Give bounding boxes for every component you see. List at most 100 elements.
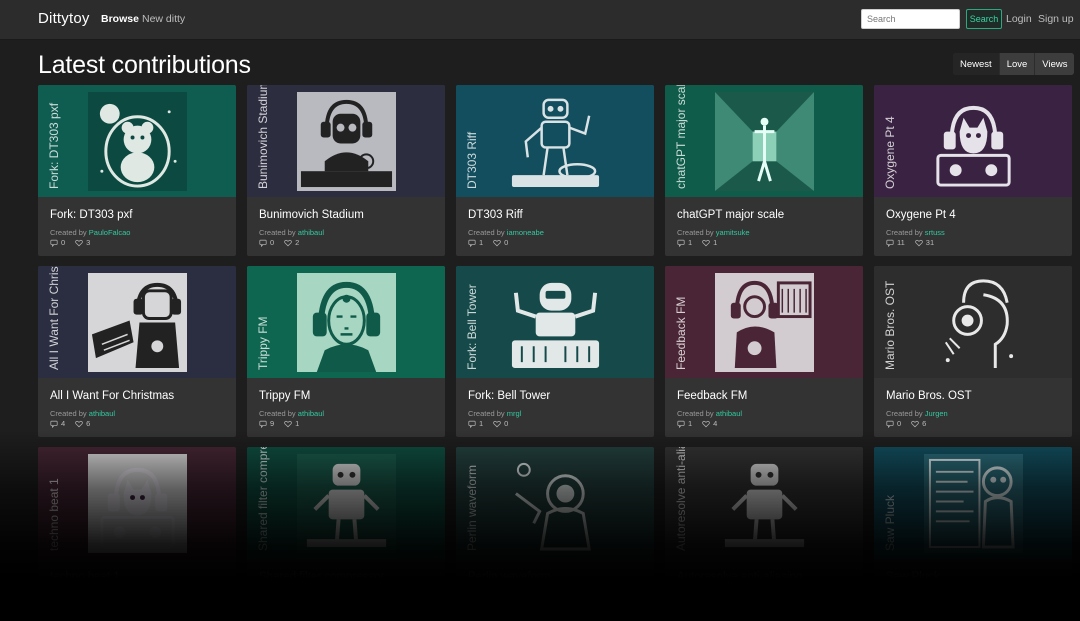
ditty-card[interactable]: Fork: DT303 pxf Fork: DT303 pxf Created b… — [38, 85, 236, 256]
love-count: 3 — [86, 238, 91, 247]
card-author-link[interactable]: athibaul — [716, 409, 742, 418]
created-by-label: Created by — [886, 409, 925, 418]
card-thumbnail[interactable]: Fork: DT303 pxf — [38, 85, 236, 197]
card-author-link[interactable]: athibaul — [89, 409, 115, 418]
card-title[interactable]: Trippy FM — [259, 390, 310, 402]
nav-login[interactable]: Login — [1006, 13, 1032, 25]
card-author-link[interactable]: iamoneabe — [507, 228, 544, 237]
card-thumbnail-title: Mario Bros. OST — [883, 280, 897, 370]
ditty-card[interactable]: Autoresolve anti-aliasing Autoresolve an… — [665, 447, 863, 618]
ditty-card[interactable]: Trippy FM Trippy FM Created by athibaul 9 1 — [247, 266, 445, 437]
card-thumbnail[interactable]: Feedback FM — [665, 266, 863, 378]
robot-mixer-icon — [506, 273, 605, 372]
sort-newest-button[interactable]: Newest — [953, 53, 999, 75]
card-title[interactable]: DT303 Riff — [468, 209, 523, 221]
search-button[interactable]: Search — [966, 9, 1002, 29]
card-title[interactable]: Autoresolve anti-aliasing — [677, 571, 802, 583]
card-title[interactable]: Fork: Bell Tower — [468, 390, 550, 402]
ditty-card[interactable]: DT303 Riff DT303 Riff Created by iamoneab… — [456, 85, 654, 256]
love-count: 1 — [713, 238, 718, 247]
card-title[interactable]: Oxygene Pt 4 — [886, 209, 956, 221]
sort-love-button[interactable]: Love — [998, 53, 1035, 75]
card-meta: Created by athibaul — [259, 228, 324, 237]
card-meta: Created by Jurgen — [886, 409, 948, 418]
comment-count: 0 — [897, 419, 902, 428]
card-meta: Created by PauloFalcao — [50, 228, 130, 237]
card-title[interactable]: Perlin waveform — [468, 571, 550, 583]
ditty-card[interactable]: Mario Bros. OST Mario Bros. OST Created b… — [874, 266, 1072, 437]
ditty-card[interactable]: chatGPT major scale chatGPT major scale C… — [665, 85, 863, 256]
card-thumbnail[interactable]: Oxygene Pt 4 — [874, 85, 1072, 197]
card-thumbnail[interactable]: techno beat 1 — [38, 447, 236, 559]
ditty-card[interactable]: All I Want For Christmas All I Want For … — [38, 266, 236, 437]
created-by-label: Created by — [468, 228, 507, 237]
ditty-card[interactable]: Saw Pluck Saw Pluck — [874, 447, 1072, 618]
ditty-card[interactable]: Feedback FM Feedback FM Created by athiba… — [665, 266, 863, 437]
card-thumbnail-title: Fork: DT303 pxf — [47, 102, 61, 189]
card-thumbnail[interactable]: Saw Pluck — [874, 447, 1072, 559]
nav-browse[interactable]: Browse — [101, 13, 139, 25]
ditty-card[interactable]: Fork: Bell Tower Fork: Bell Tower Created… — [456, 266, 654, 437]
comment-icon — [886, 239, 894, 247]
heart-icon — [702, 239, 710, 247]
card-thumbnail[interactable]: chatGPT major scale — [665, 85, 863, 197]
card-title[interactable]: Shared filter compressor — [259, 571, 384, 583]
card-title[interactable]: Fork: DT303 pxf — [50, 209, 132, 221]
card-author-link[interactable]: Jurgen — [925, 409, 948, 418]
ditty-card[interactable]: Oxygene Pt 4 Oxygene Pt 4 Created by srtu… — [874, 85, 1072, 256]
love-count: 6 — [922, 419, 927, 428]
card-author-link[interactable]: athibaul — [298, 228, 324, 237]
card-author-link[interactable]: mrgl — [507, 409, 522, 418]
nav-signup[interactable]: Sign up — [1038, 13, 1074, 25]
love-count: 6 — [86, 419, 91, 428]
card-author-link[interactable]: athibaul — [298, 409, 324, 418]
card-title[interactable]: techno beat 1 — [50, 571, 120, 583]
card-title[interactable]: All I Want For Christmas — [50, 390, 174, 402]
card-thumbnail[interactable]: Perlin waveform — [456, 447, 654, 559]
comment-icon — [468, 239, 476, 247]
card-author-link[interactable]: PauloFalcao — [89, 228, 131, 237]
card-meta: Created by athibaul — [50, 409, 115, 418]
comment-icon — [886, 420, 894, 428]
card-stats: 11 31 — [886, 238, 934, 247]
heart-icon — [914, 239, 923, 247]
love-count: 31 — [925, 238, 935, 247]
card-title[interactable]: Bunimovich Stadium — [259, 209, 364, 221]
card-title[interactable]: chatGPT major scale — [677, 209, 784, 221]
card-author-link[interactable]: srtuss — [925, 228, 945, 237]
heart-icon — [284, 420, 292, 428]
ditty-card[interactable]: techno beat 1 techno beat 1 — [38, 447, 236, 618]
card-thumbnail[interactable]: All I Want For Christmas — [38, 266, 236, 378]
robot-icon — [297, 454, 396, 553]
sort-views-button[interactable]: Views — [1034, 53, 1075, 75]
card-thumbnail-title: Feedback FM — [674, 296, 688, 370]
card-title[interactable]: Saw Pluck — [886, 571, 940, 583]
bear-icon — [88, 92, 187, 191]
love-count: 1 — [295, 419, 300, 428]
card-thumbnail[interactable]: Bunimovich Stadium — [247, 85, 445, 197]
card-thumbnail-title: Saw Pluck — [883, 494, 897, 551]
card-title[interactable]: Mario Bros. OST — [886, 390, 972, 402]
love-count: 0 — [504, 238, 509, 247]
ditty-card[interactable]: Bunimovich Stadium Bunimovich Stadium Cre… — [247, 85, 445, 256]
ditty-card[interactable]: Shared filter compressor Shared filter c… — [247, 447, 445, 618]
card-thumbnail[interactable]: Autoresolve anti-aliasing — [665, 447, 863, 559]
search-input[interactable] — [861, 9, 960, 29]
card-thumbnail[interactable]: Mario Bros. OST — [874, 266, 1072, 378]
card-thumbnail[interactable]: Trippy FM — [247, 266, 445, 378]
ditty-card[interactable]: Perlin waveform Perlin waveform — [456, 447, 654, 618]
love-count: 0 — [504, 419, 509, 428]
comment-icon — [259, 239, 267, 247]
comment-icon — [468, 420, 476, 428]
comment-count: 4 — [61, 419, 66, 428]
heart-icon — [75, 239, 83, 247]
card-thumbnail[interactable]: DT303 Riff — [456, 85, 654, 197]
card-thumbnail[interactable]: Fork: Bell Tower — [456, 266, 654, 378]
card-thumbnail-title: Oxygene Pt 4 — [883, 116, 897, 189]
card-thumbnail[interactable]: Shared filter compressor — [247, 447, 445, 559]
nav-new-ditty[interactable]: New ditty — [142, 13, 185, 25]
cat-headphones-icon — [924, 92, 1023, 191]
brand-logo[interactable]: Dittytoy — [38, 10, 90, 27]
card-author-link[interactable]: yamitsuke — [716, 228, 750, 237]
card-title[interactable]: Feedback FM — [677, 390, 747, 402]
